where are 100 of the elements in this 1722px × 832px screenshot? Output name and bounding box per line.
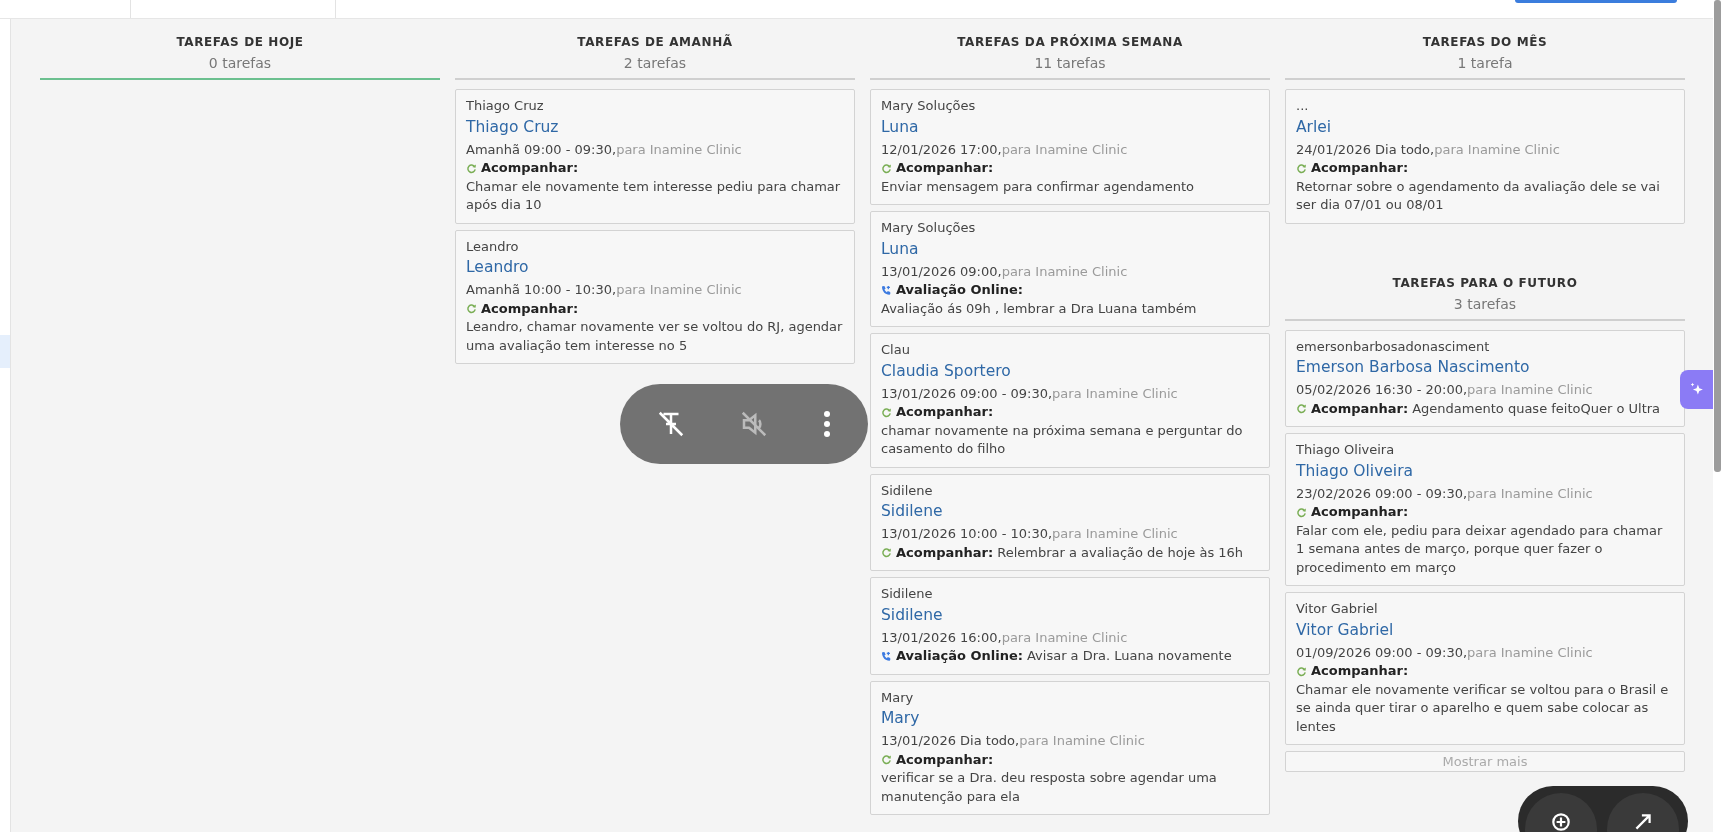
- contact-link[interactable]: Luna: [881, 237, 1259, 260]
- owner-name: ...: [1296, 97, 1310, 115]
- contact-link[interactable]: Emerson Barbosa Nascimento: [1296, 356, 1674, 378]
- task-date: Amanhã 10:00 - 10:30,: [466, 282, 617, 297]
- contact-link[interactable]: Luna: [881, 115, 1259, 138]
- task-note: Falar com ele, pediu para deixar agendado para chamar 1 semana antes de março, porque quer fazer o procedimento em março: [1296, 521, 1664, 577]
- owner-name: Thiago Cruz: [466, 97, 545, 115]
- refresh-icon: [1296, 403, 1307, 415]
- task-note: Avaliação ás 09h , lembrar a Dra Luana também: [881, 299, 1198, 318]
- assistant-button[interactable]: [1680, 370, 1713, 409]
- owner-name: Sidilene: [881, 481, 934, 500]
- scrollbar[interactable]: [1713, 0, 1722, 832]
- refresh-icon: [881, 754, 892, 766]
- owner-name: emersonbarbosadonasciment: [1296, 337, 1491, 356]
- column-title: TAREFAS PARA O FUTURO: [1392, 275, 1578, 290]
- phone-icon: [881, 650, 892, 662]
- owner-name: Sidilene: [881, 585, 934, 603]
- task-card[interactable]: Sidilene Sidilene 13/01/2026 10:00 - 10:30,para Inamine Clinic Acompanhar: Relembrar a avaliação de hoje às 16h: [870, 473, 1270, 571]
- action-label: Acompanhar:: [481, 299, 579, 318]
- task-note: Chamar ele novamente tem interesse pediu para chamar após dia 10: [466, 177, 842, 214]
- owner-name: Vitor Gabriel: [1296, 600, 1379, 618]
- refresh-icon: [881, 406, 892, 418]
- task-target: para Inamine Clinic: [1467, 644, 1593, 660]
- action-label: Acompanhar:: [1311, 662, 1409, 680]
- task-date: 23/02/2026 09:00 - 09:30,: [1296, 485, 1468, 501]
- task-target: para Inamine Clinic: [1052, 385, 1178, 401]
- contact-link[interactable]: Vitor Gabriel: [1296, 618, 1674, 641]
- task-date: 13/01/2026 16:00,: [881, 629, 1002, 645]
- task-card[interactable]: [1285, 592, 1685, 745]
- task-date: 12/01/2026 17:00,: [881, 141, 1002, 157]
- task-card[interactable]: Clau Claudia Sportero 13/01/2026 09:00 - 09:30,para Inamine Clinic Acompanhar: chamar novamente na próxima semana e perguntar do casamento do filho: [870, 333, 1270, 468]
- task-note: Retornar sobre o agendamento da avaliação dele se vai ser dia 07/01 ou 08/01: [1296, 177, 1661, 214]
- action-label: Acompanhar:: [481, 159, 579, 177]
- task-date: 13/01/2026 10:00 - 10:30,: [881, 526, 1053, 541]
- owner-name: Clau: [881, 341, 911, 359]
- column-title: TAREFAS DO MÊS: [1422, 35, 1548, 49]
- task-note: chamar novamente na próxima semana e perguntar do casamento do filho: [881, 421, 1244, 458]
- task-count: 3 tarefas: [1453, 295, 1517, 312]
- task-card[interactable]: [1285, 433, 1685, 586]
- task-note: Leandro, chamar novamente ver se voltou do RJ, agendar uma avaliação tem interesse no 5: [466, 318, 844, 355]
- owner-name: Mary Soluções: [881, 219, 977, 237]
- task-target: para Inamine Clinic: [1001, 141, 1128, 157]
- contact-link[interactable]: Thiago Oliveira: [1296, 459, 1674, 482]
- task-count: 2 tarefas: [623, 55, 687, 71]
- owner-name: Mary Soluções: [881, 97, 977, 115]
- task-note: verificar se a Dra. deu resposta sobre agendar uma manutenção para ela: [881, 769, 1218, 806]
- contact-link[interactable]: Sidilene: [881, 500, 1259, 522]
- owner-name: Mary: [881, 688, 915, 707]
- task-count: 1 tarefa: [1457, 55, 1513, 71]
- task-target: para Inamine Clinic: [1001, 629, 1128, 645]
- task-date: 13/01/2026 Dia todo,: [881, 733, 1020, 748]
- task-target: para Inamine Clinic: [616, 141, 742, 157]
- task-target: para Inamine Clinic: [1001, 263, 1128, 279]
- contact-link[interactable]: Mary: [881, 707, 1259, 729]
- task-count: 0 tarefas: [208, 55, 272, 71]
- task-note: Avisar a Dra. Luana novamente: [1026, 647, 1232, 665]
- action-label: Acompanhar:: [896, 543, 994, 562]
- task-card[interactable]: emersonbarbosadonasciment Emerson Barbosa Nascimento 05/02/2026 16:30 - 20:00,para Inamine Clinic Acompanhar: Agendamento quase feitoQuer o Ultra: [1285, 329, 1685, 427]
- refresh-icon: [881, 162, 892, 174]
- task-date: Amanhã 09:00 - 09:30,: [466, 141, 617, 157]
- refresh-icon: [466, 162, 477, 174]
- phone-icon: [881, 284, 892, 296]
- scrollbar-thumb[interactable]: [1714, 0, 1721, 472]
- task-count: 11 tarefas: [1034, 55, 1106, 71]
- mute-icon[interactable]: [739, 409, 769, 439]
- action-label: Acompanhar:: [896, 403, 994, 421]
- zoom-in-icon: [1550, 811, 1572, 832]
- task-card[interactable]: Sidilene Sidilene 13/01/2026 16:00,para Inamine Clinic Avaliação Online: Avisar a Dra. Luana novamente: [870, 577, 1270, 675]
- column-title: TAREFAS DA PRÓXIMA SEMANA: [957, 35, 1183, 49]
- task-target: para Inamine Clinic: [1019, 733, 1145, 748]
- action-label: Avaliação Online:: [896, 281, 1023, 299]
- task-date: 05/02/2026 16:30 - 20:00,: [1296, 382, 1468, 397]
- refresh-icon: [1296, 665, 1307, 677]
- task-card[interactable]: ... Arlei 24/01/2026 Dia todo,para Inamine Clinic Acompanhar: Retornar sobre o agendamento da avaliação dele se vai ser dia 07/01 ou 08/01: [1285, 89, 1685, 224]
- contact-link[interactable]: Leandro: [466, 256, 844, 278]
- task-note: Enviar mensagem para confirmar agendamento: [881, 177, 1195, 196]
- task-note: Relembrar a avaliação de hoje às 16h: [997, 543, 1244, 562]
- action-label: Acompanhar:: [896, 159, 994, 177]
- contact-link[interactable]: Thiago Cruz: [466, 115, 844, 138]
- refresh-icon: [466, 303, 477, 315]
- task-date: 13/01/2026 09:00 - 09:30,: [881, 385, 1053, 401]
- task-card[interactable]: Mary Soluções Luna 13/01/2026 09:00,para Inamine Clinic Avaliação Online: Avaliação ás 09h , lembrar a Dra Luana também: [870, 211, 1270, 327]
- column-title: TAREFAS DE HOJE: [176, 35, 304, 49]
- contact-link[interactable]: Sidilene: [881, 603, 1259, 626]
- contact-link[interactable]: Claudia Sportero: [881, 359, 1259, 382]
- action-label: Acompanhar:: [1311, 159, 1409, 177]
- owner-name: Thiago Oliveira: [1296, 441, 1396, 459]
- task-date: 01/09/2026 09:00 - 09:30,: [1296, 644, 1468, 660]
- task-card[interactable]: Leandro Leandro Amanhã 10:00 - 10:30,para Inamine Clinic Acompanhar: Leandro, chamar novamente ver se voltou do RJ, agendar uma avaliação tem interesse no 5: [455, 229, 855, 364]
- task-card[interactable]: Mary Mary 13/01/2026 Dia todo,para Inamine Clinic Acompanhar: verificar se a Dra. deu resposta sobre agendar uma manutenção para ela: [870, 680, 1270, 815]
- more-icon[interactable]: [821, 409, 832, 439]
- column-title: TAREFAS DE AMANHÃ: [577, 35, 733, 49]
- task-date: 13/01/2026 09:00,: [881, 263, 1002, 279]
- action-label: Avaliação Online:: [896, 647, 1023, 665]
- task-card[interactable]: Thiago Cruz Thiago Cruz Amanhã 09:00 - 09:30,para Inamine Clinic Acompanhar: Chamar ele novamente tem interesse pediu para chamar após dia 10: [455, 89, 855, 224]
- task-target: para Inamine Clinic: [1434, 141, 1560, 157]
- refresh-icon: [1296, 162, 1307, 174]
- task-target: para Inamine Clinic: [1052, 526, 1178, 541]
- task-card[interactable]: Mary Soluções Luna 12/01/2026 17:00,para Inamine Clinic Acompanhar: Enviar mensagem para confirmar agendamento: [870, 89, 1270, 205]
- contact-link[interactable]: Arlei: [1296, 115, 1674, 138]
